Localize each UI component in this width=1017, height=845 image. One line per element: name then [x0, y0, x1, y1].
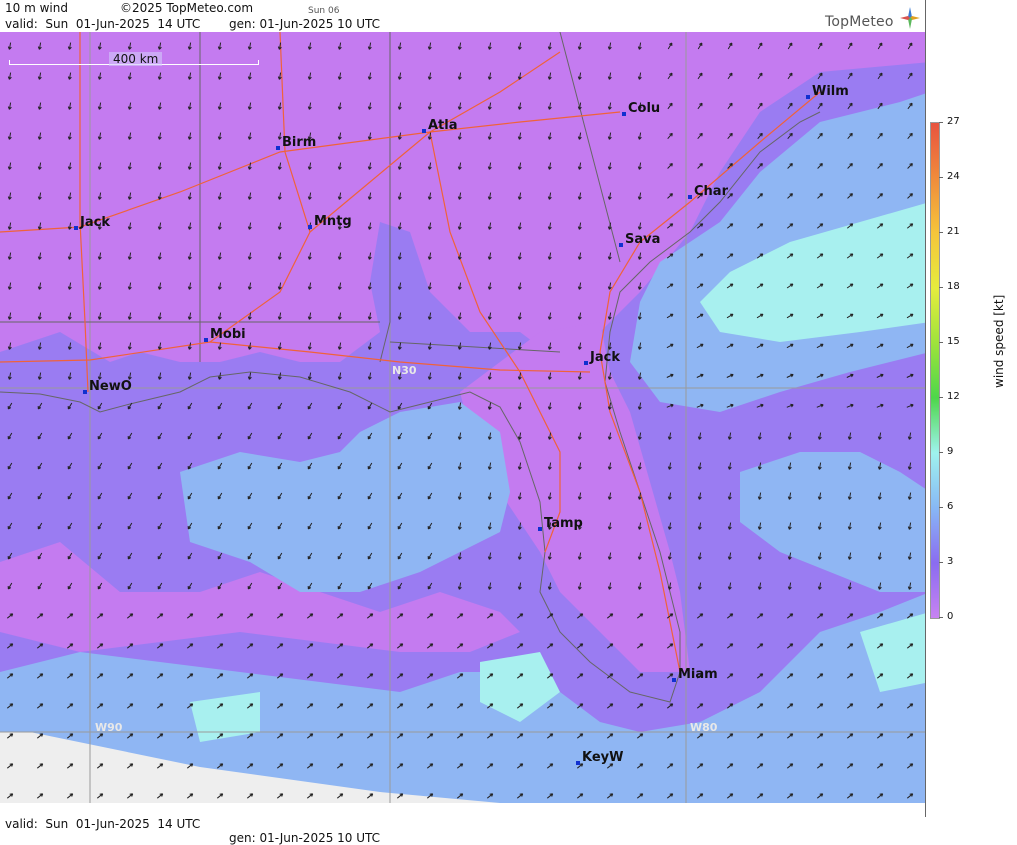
- color-bar-tick-label: 9: [947, 446, 954, 457]
- city-miami[interactable]: Miam: [672, 668, 718, 682]
- label-w90: W90: [95, 721, 123, 734]
- city-savannah[interactable]: Sava: [618, 233, 660, 247]
- map-footer: valid: Sun 01-Jun-2025 14 UTC gen: 01-Ju…: [0, 803, 925, 845]
- generated-time: gen: 01-Jun-2025 10 UTC: [229, 17, 381, 31]
- city-tampa[interactable]: Tamp: [538, 517, 583, 531]
- color-bar-tick-label: 21: [947, 226, 960, 237]
- compass-star-icon: [900, 7, 920, 29]
- copyright-text: ©2025 TopMeteo.com: [120, 1, 254, 15]
- label-w80: W80: [690, 721, 718, 734]
- label-n30: N30: [392, 364, 417, 377]
- day-label: Sun 06: [308, 6, 340, 16]
- color-bar-tick-label: 6: [947, 501, 954, 512]
- color-bar-tick-mark: [939, 507, 943, 508]
- topmeteo-logo[interactable]: TopMeteo: [825, 6, 925, 32]
- map-header: 10 m wind ©2025 TopMeteo.com Sun 06 vali…: [0, 0, 925, 32]
- city-columbia[interactable]: Colu: [621, 102, 660, 116]
- color-bar-tick-mark: [939, 562, 943, 563]
- city-jacksonville[interactable]: Jack: [584, 351, 620, 365]
- scale-bar-label: 400 km: [109, 52, 163, 66]
- wind-field-svg: [0, 32, 925, 803]
- color-bar-tick-mark: [939, 287, 943, 288]
- color-bar: [930, 122, 940, 619]
- color-bar-tick-mark: [939, 342, 943, 343]
- city-birmingham[interactable]: Birm: [275, 136, 316, 150]
- city-key-west[interactable]: KeyW: [575, 751, 623, 765]
- color-bar-tick-label: 12: [947, 391, 960, 402]
- city-charleston[interactable]: Char: [688, 185, 728, 199]
- wind-speed-regions: [0, 32, 925, 803]
- color-bar-tick-mark: [939, 617, 943, 618]
- color-bar-tick-label: 27: [947, 116, 960, 127]
- color-bar-tick-label: 15: [947, 336, 960, 347]
- color-bar-tick-mark: [939, 397, 943, 398]
- color-bar-tick-label: 3: [947, 556, 954, 567]
- color-bar-tick-mark: [939, 177, 943, 178]
- city-wilmington[interactable]: Wilm: [806, 85, 849, 99]
- city-atlanta[interactable]: Atla: [422, 119, 458, 133]
- city-mobile[interactable]: Mobi: [204, 328, 246, 342]
- color-bar-tick-mark: [939, 452, 943, 453]
- legend-panel: 27 24 21 18 15 12 9 6 3 0 wind speed [kt]: [925, 0, 1017, 817]
- wind-map[interactable]: Wilm Colu Atla Birm Char Sava Jack Mntg …: [0, 32, 925, 803]
- color-bar-tick-mark: [939, 122, 943, 123]
- city-jackson[interactable]: Jack: [74, 216, 110, 230]
- logo-text: TopMeteo: [825, 14, 894, 30]
- color-bar-tick-label: 0: [947, 611, 954, 622]
- color-bar-tick-label: 18: [947, 281, 960, 292]
- footer-valid-time: valid: Sun 01-Jun-2025 14 UTC: [5, 817, 201, 831]
- scale-bar: 400 km: [9, 52, 259, 68]
- city-new-orleans[interactable]: NewO: [83, 380, 132, 394]
- color-bar-label: wind speed [kt]: [992, 294, 1006, 388]
- footer-generated-time: gen: 01-Jun-2025 10 UTC: [229, 831, 381, 845]
- color-bar-tick-label: 24: [947, 171, 960, 182]
- valid-time: valid: Sun 01-Jun-2025 14 UTC: [5, 17, 201, 31]
- product-title: 10 m wind: [5, 1, 68, 15]
- city-montgomery[interactable]: Mntg: [308, 215, 352, 229]
- color-bar-tick-mark: [939, 232, 943, 233]
